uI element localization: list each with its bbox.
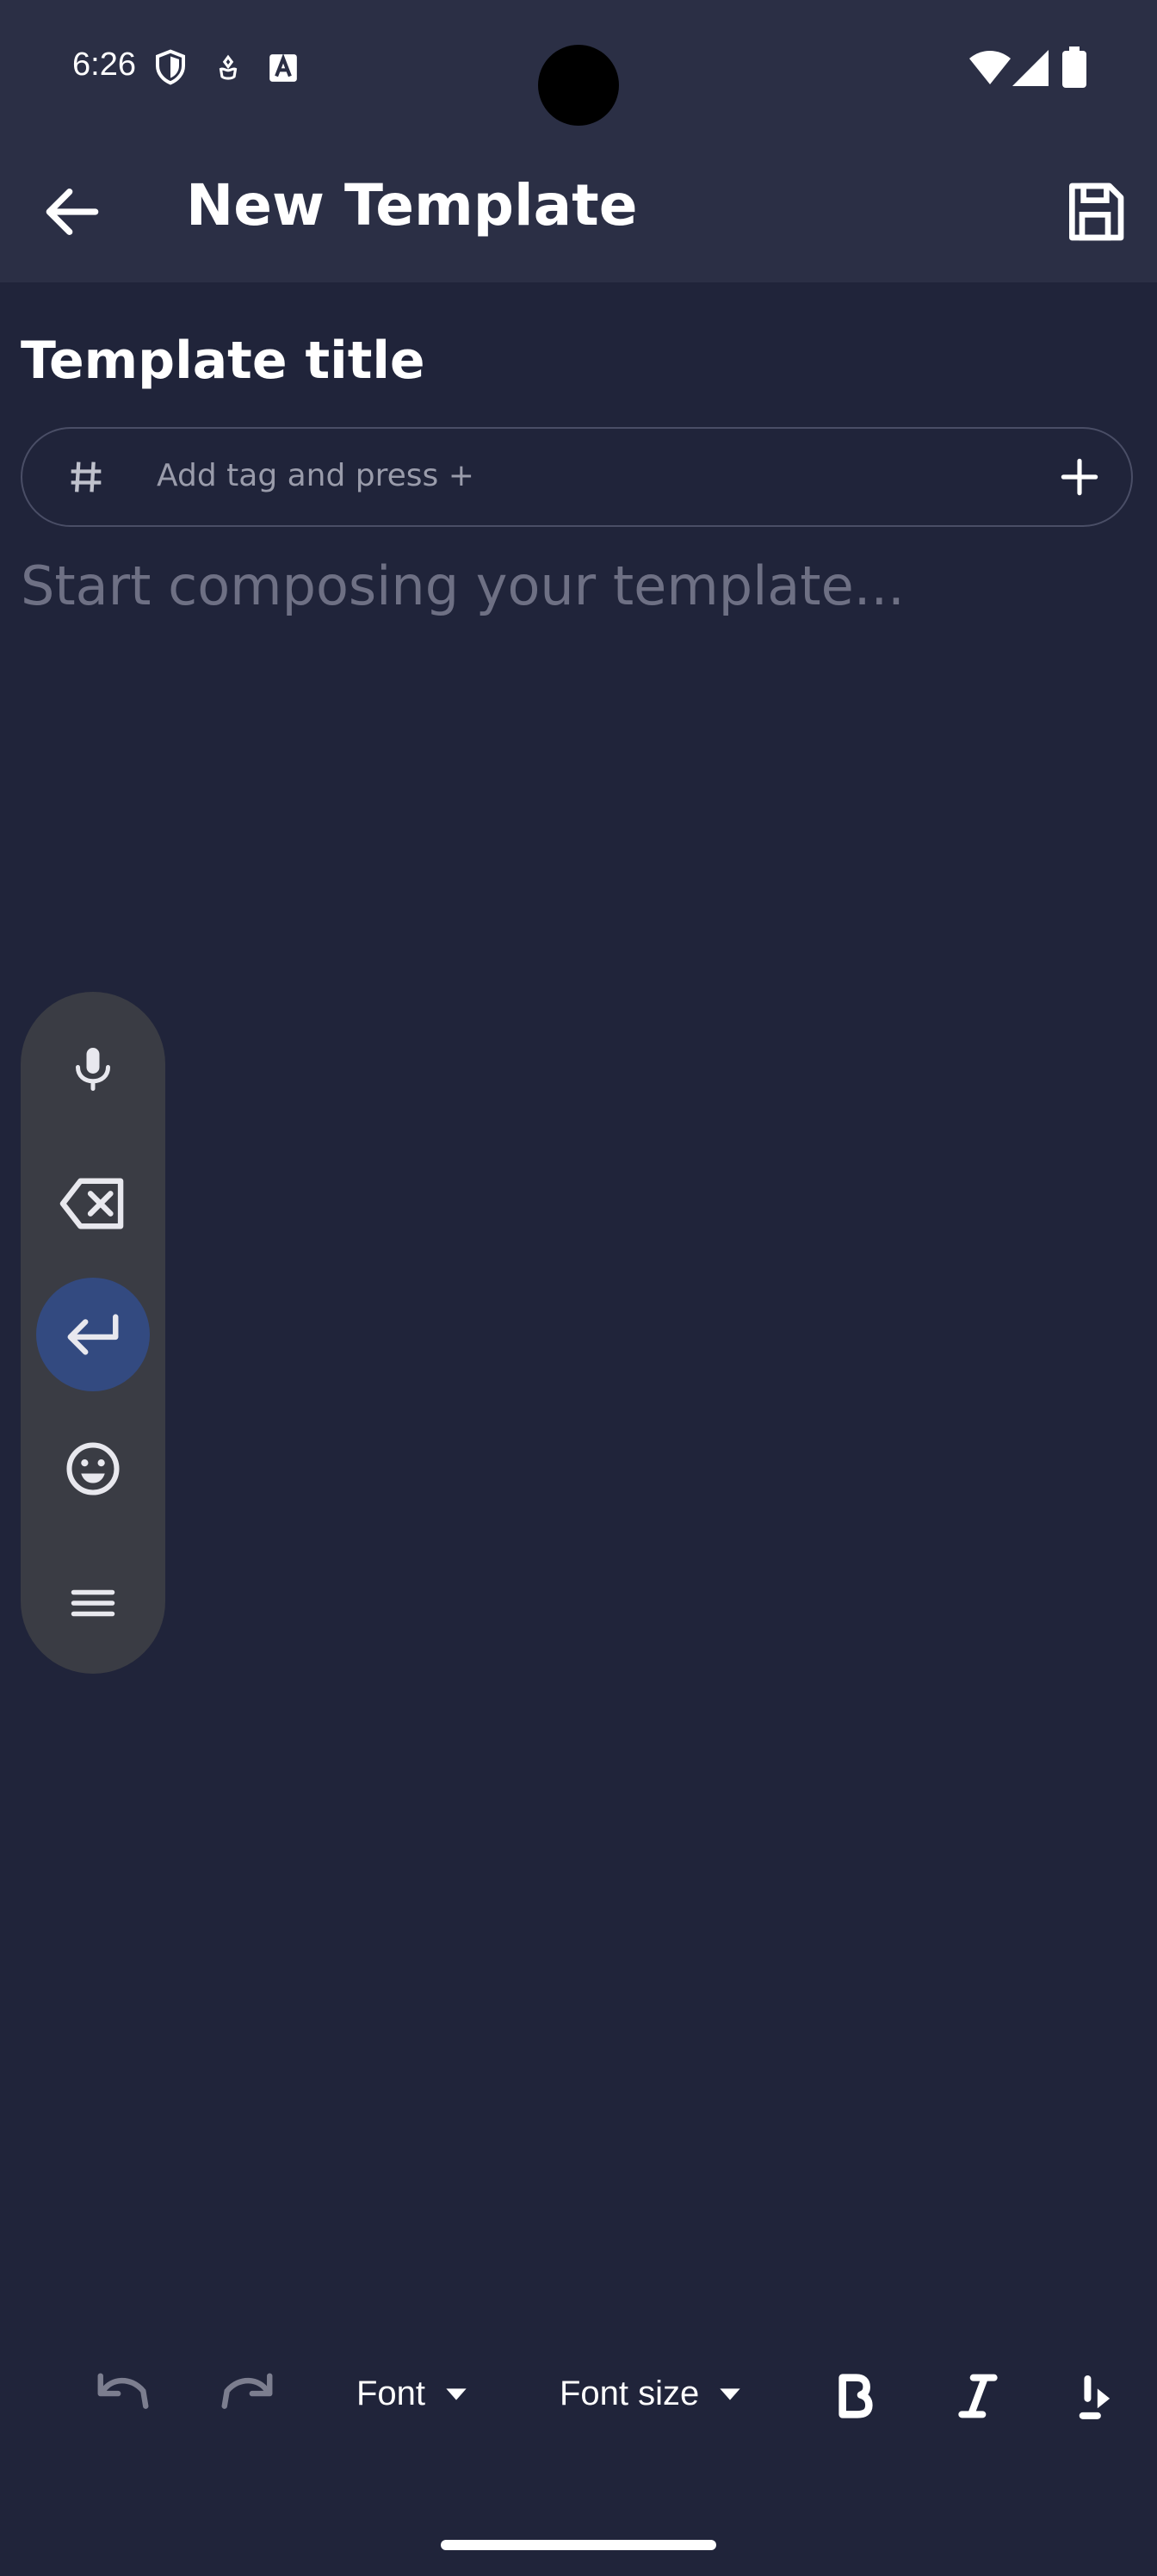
tag-input-placeholder: Add tag and press + <box>157 458 474 493</box>
font-dropdown-label: Font <box>356 2375 426 2412</box>
battery-icon <box>1062 46 1086 88</box>
template-title-field[interactable]: Template title <box>21 331 425 391</box>
top-bar: 6:26 New Template <box>0 0 1157 282</box>
shield-icon <box>156 49 185 85</box>
wifi-icon <box>969 51 1011 84</box>
microphone-button[interactable] <box>36 1012 150 1126</box>
redo-icon <box>221 2373 273 2409</box>
font-dropdown[interactable]: Font <box>356 2375 473 2413</box>
menu-button[interactable] <box>36 1546 150 1660</box>
emoji-button[interactable] <box>36 1412 150 1526</box>
italic-icon <box>958 2374 998 2418</box>
font-size-dropdown-label: Font size <box>560 2375 700 2412</box>
floppy-disk-icon[interactable] <box>1061 177 1129 246</box>
hash-icon <box>71 461 102 492</box>
compose-area[interactable]: Start composing your template... <box>21 554 905 617</box>
backspace-button[interactable] <box>36 1147 150 1260</box>
caret-down-icon <box>720 2387 740 2400</box>
underline-icon <box>1079 2375 1111 2419</box>
menu-icon <box>71 1589 115 1617</box>
bold-button[interactable] <box>826 2366 882 2426</box>
undo-icon <box>97 2373 149 2409</box>
keyboard-shortcut-pill <box>21 992 165 1674</box>
bold-icon <box>838 2374 873 2418</box>
a-box-icon <box>269 53 297 82</box>
underline-button[interactable] <box>1078 2366 1112 2426</box>
camera-cutout <box>538 45 619 126</box>
gesture-nav-handle[interactable] <box>441 2540 716 2550</box>
backspace-icon <box>59 1178 124 1229</box>
enter-icon <box>67 1314 119 1355</box>
status-time: 6:26 <box>72 46 136 83</box>
caret-down-icon <box>446 2387 467 2400</box>
italic-button[interactable] <box>950 2366 1005 2426</box>
undo-button[interactable] <box>93 2366 153 2426</box>
arrow-left-icon[interactable] <box>38 177 107 246</box>
redo-button[interactable] <box>217 2366 277 2426</box>
add-tag-button[interactable] <box>1055 453 1104 501</box>
page-title: New Template <box>186 172 638 238</box>
microphone-icon <box>76 1048 110 1091</box>
signal-icon <box>1012 50 1049 86</box>
font-size-dropdown[interactable]: Font size <box>560 2375 747 2413</box>
enter-button[interactable] <box>36 1278 150 1391</box>
hand-icon <box>219 54 238 80</box>
emoji-icon <box>66 1442 120 1495</box>
format-toolbar: Font Font size <box>0 2350 1157 2445</box>
tag-input-field[interactable]: Add tag and press + <box>21 427 1133 527</box>
